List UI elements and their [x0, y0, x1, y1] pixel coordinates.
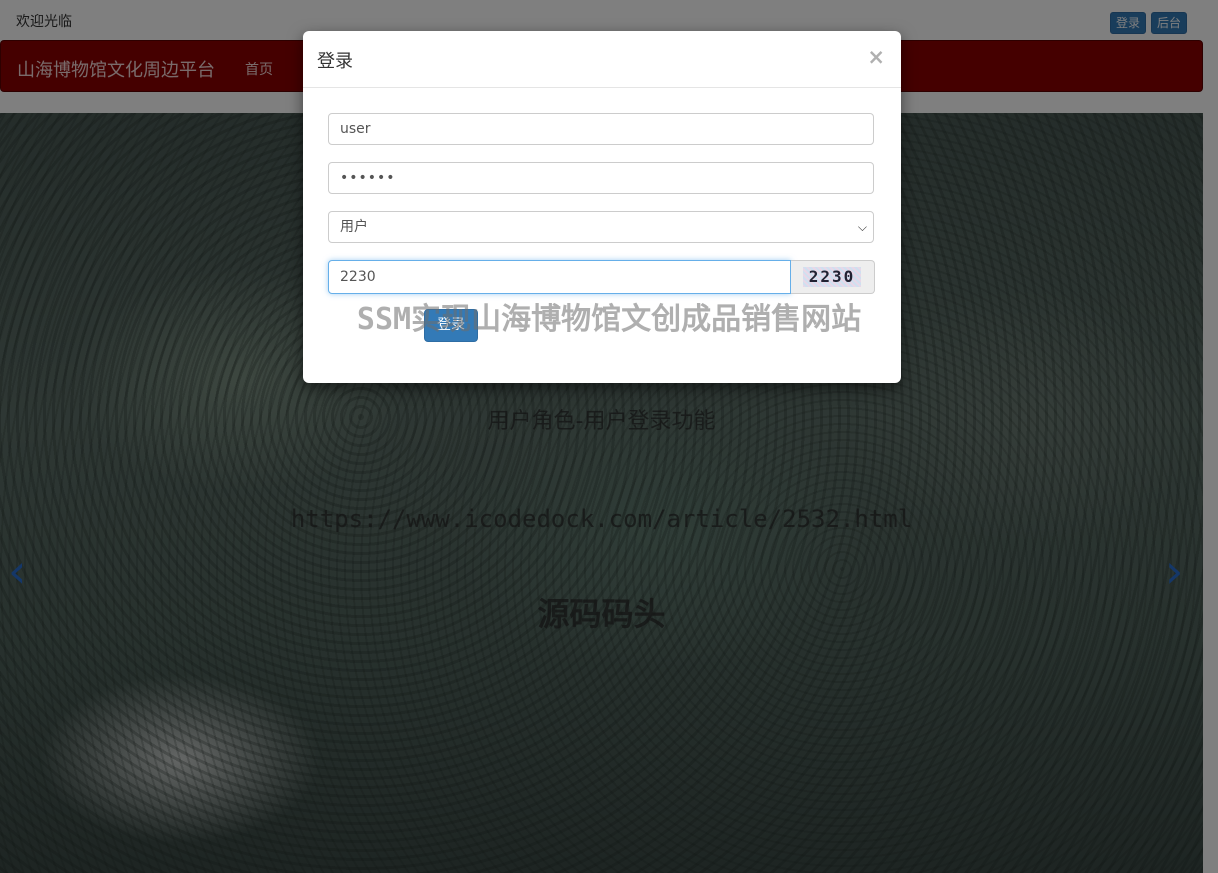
captcha-image[interactable]: 2230	[803, 267, 861, 287]
close-icon[interactable]: ×	[867, 45, 885, 69]
role-select[interactable]: 用户 ⌵	[328, 211, 874, 243]
username-field[interactable]: user	[328, 113, 874, 145]
password-field[interactable]: ••••••	[328, 162, 874, 194]
modal-header: 登录 ×	[303, 31, 901, 88]
chevron-down-icon: ⌵	[857, 220, 867, 234]
modal-title: 登录	[317, 51, 353, 72]
watermark-text: SSM实现山海博物馆文创成品销售网站	[356, 302, 862, 337]
role-select-value: 用户	[340, 219, 368, 235]
captcha-input[interactable]: 2230	[328, 260, 791, 294]
captcha-box[interactable]: 2230	[791, 260, 875, 294]
